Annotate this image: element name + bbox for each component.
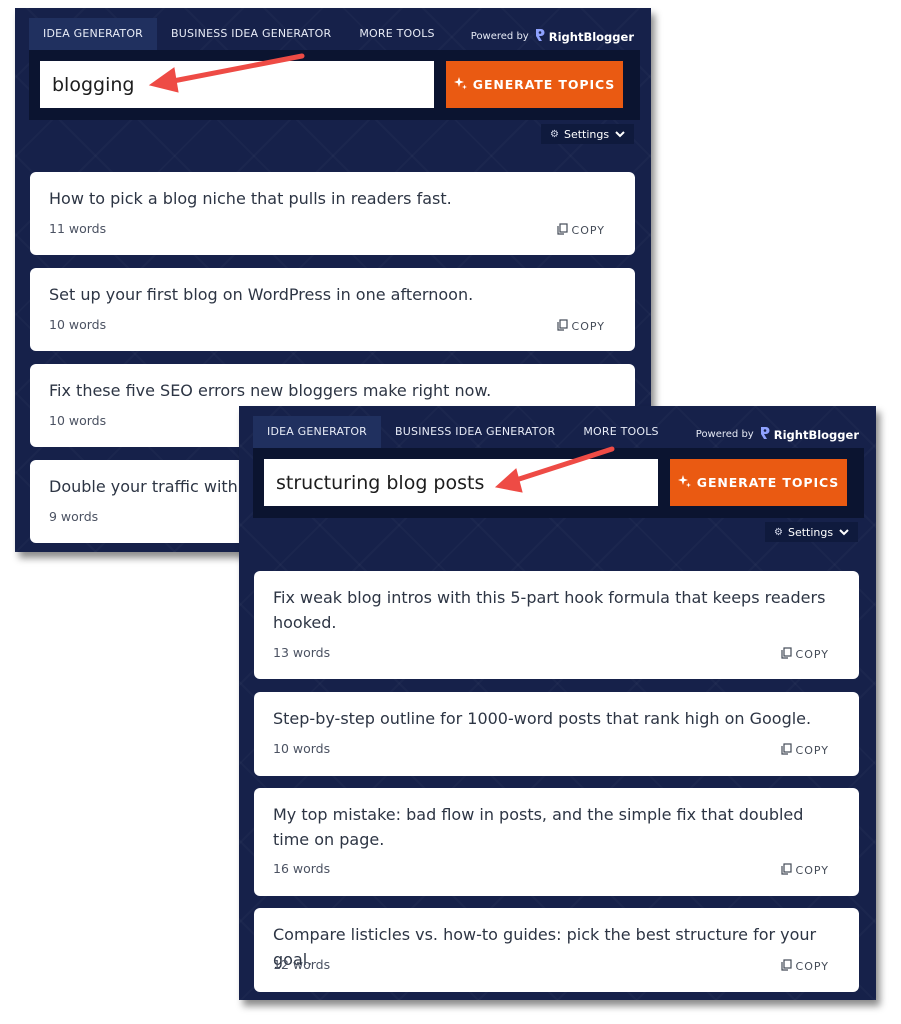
result-text: Fix these five SEO errors new bloggers m… xyxy=(49,381,492,400)
brand-name: RightBlogger xyxy=(548,29,634,44)
copy-button[interactable]: COPY xyxy=(780,743,829,758)
tool-tabs: IDEA GENERATOR BUSINESS IDEA GENERATOR M… xyxy=(29,18,449,50)
copy-icon xyxy=(556,319,568,334)
tab-business-idea-generator[interactable]: BUSINESS IDEA GENERATOR xyxy=(157,18,345,50)
sparkle-icon xyxy=(453,76,467,93)
result-text: Step-by-step outline for 1000-word posts… xyxy=(273,709,812,728)
settings-dropdown[interactable]: ⚙ Settings xyxy=(541,124,635,144)
generate-topics-label: GENERATE TOPICS xyxy=(472,77,616,92)
settings-dropdown[interactable]: ⚙ Settings xyxy=(765,522,859,542)
brand-name: RightBlogger xyxy=(773,427,859,442)
copy-icon xyxy=(780,959,792,974)
settings-label: Settings xyxy=(563,127,610,141)
generate-topics-button[interactable]: GENERATE TOPICS xyxy=(670,459,847,506)
rightblogger-logo-icon xyxy=(759,425,770,444)
result-card: Fix weak blog intros with this 5-part ho… xyxy=(254,571,859,679)
copy-icon xyxy=(556,223,568,238)
tab-more-tools[interactable]: MORE TOOLS xyxy=(569,416,672,448)
search-bar: GENERATE TOPICS xyxy=(253,448,864,518)
search-bar: GENERATE TOPICS xyxy=(29,50,640,120)
gear-icon: ⚙ xyxy=(550,128,559,140)
result-card: My top mistake: bad flow in posts, and t… xyxy=(254,788,859,896)
copy-button[interactable]: COPY xyxy=(780,647,829,662)
copy-label: COPY xyxy=(795,744,829,757)
word-count: 13 words xyxy=(273,645,331,660)
powered-by[interactable]: Powered by RightBlogger xyxy=(696,425,859,444)
result-text: Fix weak blog intros with this 5-part ho… xyxy=(273,588,826,632)
word-count: 10 words xyxy=(49,413,107,428)
copy-button[interactable]: COPY xyxy=(556,223,605,238)
rightblogger-logo-icon xyxy=(534,27,545,46)
word-count: 10 words xyxy=(49,317,107,332)
copy-label: COPY xyxy=(795,960,829,973)
word-count: 9 words xyxy=(49,509,99,524)
copy-button[interactable]: COPY xyxy=(556,319,605,334)
powered-by-label: Powered by xyxy=(470,31,529,42)
result-card: Step-by-step outline for 1000-word posts… xyxy=(254,692,859,776)
copy-button[interactable]: COPY xyxy=(780,959,829,974)
copy-label: COPY xyxy=(795,648,829,661)
word-count: 16 words xyxy=(273,861,331,876)
result-text: How to pick a blog niche that pulls in r… xyxy=(49,189,452,208)
tab-idea-generator[interactable]: IDEA GENERATOR xyxy=(29,18,158,50)
chevron-down-icon xyxy=(839,526,849,539)
result-text: My top mistake: bad flow in posts, and t… xyxy=(273,805,804,849)
topic-input[interactable] xyxy=(264,459,658,506)
result-text: Set up your first blog on WordPress in o… xyxy=(49,285,474,304)
copy-icon xyxy=(780,647,792,662)
copy-icon xyxy=(780,743,792,758)
word-count: 12 words xyxy=(273,957,331,972)
powered-by-label: Powered by xyxy=(695,429,754,440)
result-card: Set up your first blog on WordPress in o… xyxy=(30,268,635,351)
result-text: Compare listicles vs. how-to guides: pic… xyxy=(273,925,817,969)
generate-topics-label: GENERATE TOPICS xyxy=(696,475,840,490)
word-count: 10 words xyxy=(273,741,331,756)
tab-business-idea-generator[interactable]: BUSINESS IDEA GENERATOR xyxy=(381,416,569,448)
copy-label: COPY xyxy=(795,864,829,877)
copy-label: COPY xyxy=(571,320,605,333)
word-count: 11 words xyxy=(49,221,107,236)
copy-icon xyxy=(780,863,792,878)
topic-input[interactable] xyxy=(40,61,434,108)
sparkle-icon xyxy=(677,474,691,491)
copy-button[interactable]: COPY xyxy=(780,863,829,878)
idea-generator-panel-structuring: IDEA GENERATOR BUSINESS IDEA GENERATOR M… xyxy=(239,406,876,1000)
powered-by[interactable]: Powered by RightBlogger xyxy=(471,27,634,46)
generate-topics-button[interactable]: GENERATE TOPICS xyxy=(446,61,623,108)
result-card: How to pick a blog niche that pulls in r… xyxy=(30,172,635,255)
gear-icon: ⚙ xyxy=(774,526,783,538)
copy-label: COPY xyxy=(571,224,605,237)
tool-tabs: IDEA GENERATOR BUSINESS IDEA GENERATOR M… xyxy=(253,416,673,448)
settings-label: Settings xyxy=(787,525,834,539)
result-card: Compare listicles vs. how-to guides: pic… xyxy=(254,908,859,992)
chevron-down-icon xyxy=(615,128,625,141)
tab-more-tools[interactable]: MORE TOOLS xyxy=(345,18,448,50)
tab-idea-generator[interactable]: IDEA GENERATOR xyxy=(253,416,382,448)
